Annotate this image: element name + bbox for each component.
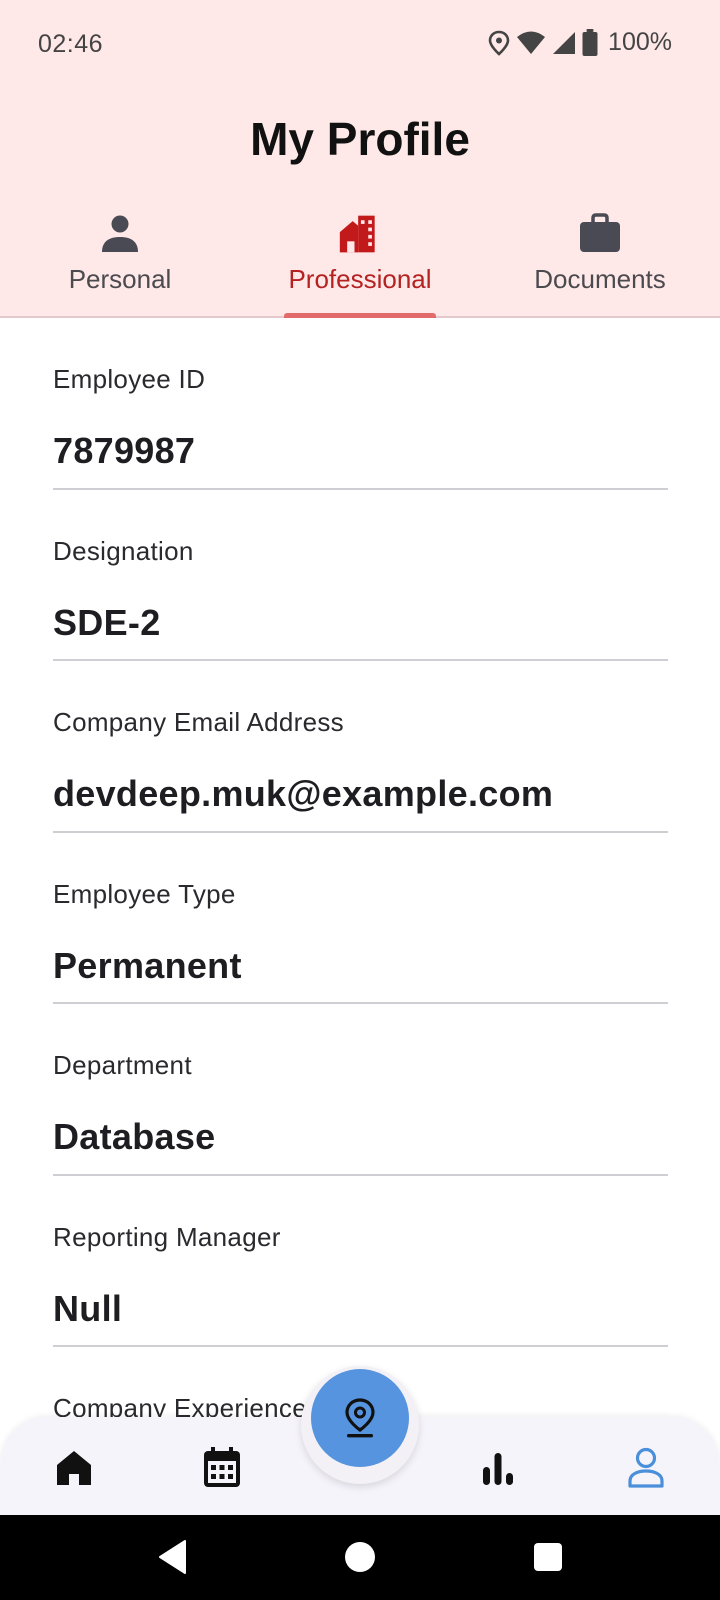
field-employee-type: Employee Type Permanent: [53, 833, 668, 1004]
cell-signal-icon: [553, 31, 576, 54]
battery-icon: [582, 28, 598, 56]
page-title: My Profile: [250, 113, 470, 165]
field-label: Department: [53, 1050, 192, 1080]
field-label: Employee Type: [53, 878, 236, 909]
field-value: Null: [53, 1287, 123, 1329]
wifi-icon: [517, 31, 546, 54]
location-pin-icon: [345, 1398, 375, 1438]
field-label: Employee ID: [53, 364, 206, 394]
calendar-icon[interactable]: [200, 1445, 244, 1489]
recents-icon[interactable]: [526, 1535, 570, 1579]
profile-tabs: Personal Professional Documents: [0, 204, 720, 318]
tab-documents[interactable]: Documents: [480, 204, 720, 318]
office-building-icon: [339, 215, 375, 253]
field-company-email: Company Email Address devdeep.muk@exampl…: [53, 661, 668, 833]
professional-details: Employee ID 7879987 Designation SDE-2 Co…: [53, 318, 668, 1417]
back-icon[interactable]: [152, 1535, 196, 1579]
profile-header: 02:46 100% My Profile Personal Professio…: [0, 0, 720, 318]
home-icon[interactable]: [52, 1445, 96, 1489]
field-employee-id: Employee ID 7879987: [53, 318, 668, 490]
field-value: Database: [53, 1116, 216, 1157]
field-value: 7879987: [53, 430, 196, 471]
location-icon: [488, 30, 510, 56]
field-label: Company Email Address: [53, 707, 344, 737]
field-value: devdeep.muk@example.com: [53, 773, 554, 814]
system-navigation-bar: [0, 1515, 720, 1600]
field-reporting-manager: Reporting Manager Null: [53, 1176, 668, 1347]
tab-personal-label: Personal: [68, 264, 172, 294]
field-label: Designation: [53, 535, 194, 566]
location-fab-button[interactable]: [311, 1369, 409, 1467]
field-value: Permanent: [53, 944, 242, 986]
profile-icon[interactable]: [624, 1445, 668, 1489]
field-value: SDE-2: [53, 601, 161, 643]
status-icons: 100%: [488, 28, 672, 57]
field-label: Reporting Manager: [53, 1221, 281, 1252]
person-icon: [102, 215, 138, 252]
status-time: 02:46: [38, 30, 104, 58]
bar-chart-icon[interactable]: [476, 1445, 520, 1489]
status-bar: 02:46 100%: [0, 0, 720, 90]
briefcase-icon: [580, 213, 620, 252]
field-department: Department Database: [53, 1004, 668, 1176]
tab-documents-label: Documents: [534, 264, 666, 294]
tab-professional-label: Professional: [288, 264, 432, 294]
battery-percent: 100%: [608, 28, 672, 56]
tab-professional[interactable]: Professional: [240, 204, 480, 318]
field-designation: Designation SDE-2: [53, 490, 668, 661]
home-circle-icon[interactable]: [338, 1535, 382, 1579]
tab-personal[interactable]: Personal: [0, 204, 240, 318]
